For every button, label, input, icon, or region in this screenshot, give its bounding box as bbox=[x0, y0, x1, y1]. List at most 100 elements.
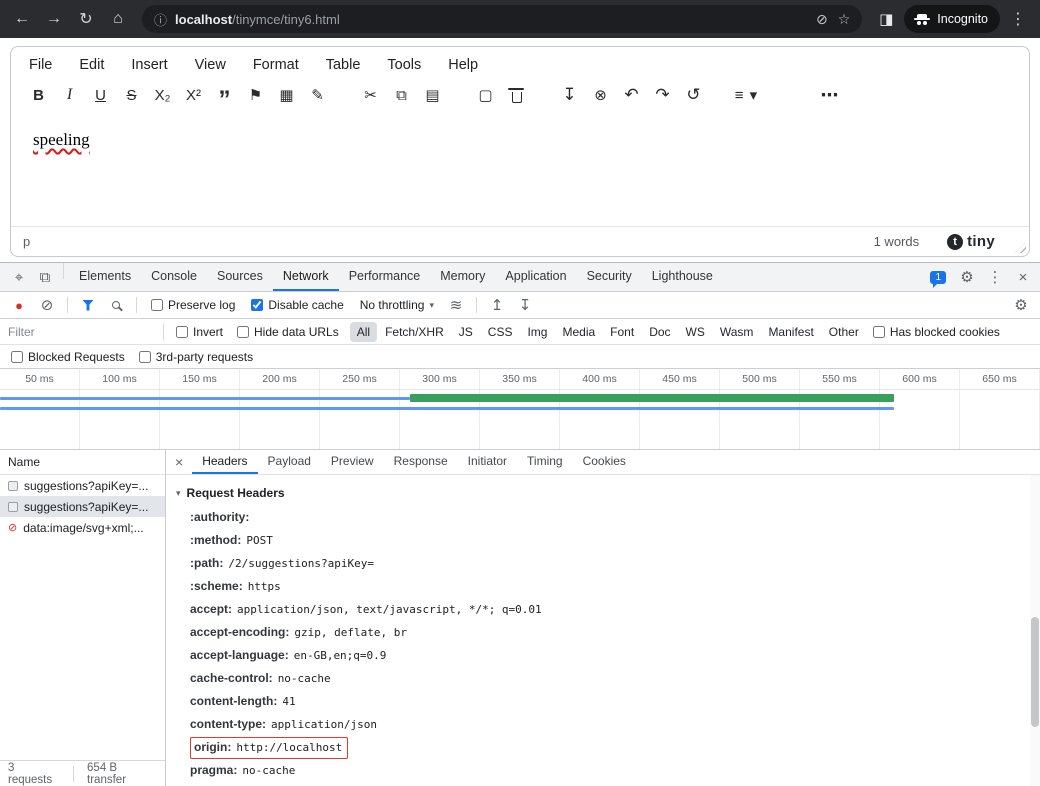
blockquote-icon[interactable]: ” bbox=[209, 81, 240, 109]
menu-edit[interactable]: Edit bbox=[79, 57, 104, 73]
blocked-requests-input[interactable] bbox=[11, 351, 23, 363]
copy-icon[interactable]: ⧉ bbox=[386, 81, 417, 109]
record-icon[interactable]: ● bbox=[6, 292, 32, 318]
italic-icon[interactable]: I bbox=[54, 81, 85, 109]
request-row[interactable]: ⊘ data:image/svg+xml;... bbox=[0, 517, 165, 538]
site-info-icon[interactable]: ⓘ bbox=[154, 10, 167, 29]
network-overview[interactable]: 50 ms 100 ms 150 ms 200 ms 250 ms 300 ms… bbox=[0, 369, 1040, 450]
tab-lighthouse[interactable]: Lighthouse bbox=[642, 263, 723, 291]
request-row[interactable]: suggestions?apiKey=... bbox=[0, 475, 165, 496]
url-text[interactable]: localhost/tinymce/tiny6.html bbox=[175, 12, 808, 27]
headers-view[interactable]: ▾ Request Headers :authority: :method:PO… bbox=[166, 475, 1040, 786]
devtools-settings-icon[interactable]: ⚙ bbox=[954, 263, 980, 291]
download-icon[interactable]: ↧ bbox=[554, 81, 585, 109]
tab-elements[interactable]: Elements bbox=[69, 263, 141, 291]
filter-js[interactable]: JS bbox=[452, 322, 480, 342]
reload-icon[interactable]: ↻ bbox=[72, 5, 100, 33]
disable-cache-input[interactable] bbox=[251, 299, 263, 311]
filter-wasm[interactable]: Wasm bbox=[713, 322, 761, 342]
menu-table[interactable]: Table bbox=[326, 57, 361, 73]
detail-tab-response[interactable]: Response bbox=[384, 450, 458, 474]
filter-manifest[interactable]: Manifest bbox=[761, 322, 820, 342]
detail-tab-headers[interactable]: Headers bbox=[192, 450, 257, 474]
browser-menu-icon[interactable]: ⋮ bbox=[1004, 5, 1032, 33]
detail-tab-payload[interactable]: Payload bbox=[258, 450, 321, 474]
hide-data-urls-input[interactable] bbox=[237, 326, 249, 338]
tab-security[interactable]: Security bbox=[577, 263, 642, 291]
subscript-icon[interactable]: X₂ bbox=[147, 81, 178, 109]
tab-memory[interactable]: Memory bbox=[430, 263, 495, 291]
devtools-close-icon[interactable]: × bbox=[1010, 263, 1036, 291]
cut-icon[interactable]: ✂ bbox=[355, 81, 386, 109]
filter-media[interactable]: Media bbox=[555, 322, 602, 342]
forward-icon[interactable]: → bbox=[40, 5, 68, 33]
inspect-element-icon[interactable]: ⌖ bbox=[6, 263, 32, 291]
tab-network[interactable]: Network bbox=[273, 263, 339, 291]
close-detail-icon[interactable]: × bbox=[166, 450, 192, 474]
menu-tools[interactable]: Tools bbox=[387, 57, 421, 73]
underline-icon[interactable]: U bbox=[85, 81, 116, 109]
filter-css[interactable]: CSS bbox=[481, 322, 520, 342]
tab-performance[interactable]: Performance bbox=[339, 263, 431, 291]
bookmark-star-icon[interactable]: ☆ bbox=[838, 11, 851, 28]
export-har-icon[interactable]: ↧ bbox=[512, 292, 538, 318]
has-blocked-cookies-checkbox[interactable]: Has blocked cookies bbox=[866, 325, 1007, 339]
filter-other[interactable]: Other bbox=[822, 322, 866, 342]
filter-funnel-icon[interactable] bbox=[82, 300, 94, 311]
third-party-input[interactable] bbox=[139, 351, 151, 363]
insert-image-icon[interactable]: ▦ bbox=[271, 81, 302, 109]
menu-format[interactable]: Format bbox=[253, 57, 299, 73]
filter-doc[interactable]: Doc bbox=[642, 322, 677, 342]
filter-ws[interactable]: WS bbox=[679, 322, 712, 342]
menu-help[interactable]: Help bbox=[448, 57, 478, 73]
undo-icon[interactable]: ↶ bbox=[616, 81, 647, 109]
detail-tab-initiator[interactable]: Initiator bbox=[458, 450, 517, 474]
detail-tab-preview[interactable]: Preview bbox=[321, 450, 384, 474]
preserve-log-checkbox[interactable]: Preserve log bbox=[144, 298, 242, 312]
remove-icon[interactable]: ⊗ bbox=[585, 81, 616, 109]
hide-data-urls-checkbox[interactable]: Hide data URLs bbox=[230, 325, 346, 339]
has-blocked-cookies-input[interactable] bbox=[873, 326, 885, 338]
network-settings-icon[interactable]: ⚙ bbox=[1008, 296, 1034, 314]
scrollbar-thumb[interactable] bbox=[1031, 617, 1039, 727]
highlight-icon[interactable]: ✎ bbox=[302, 81, 333, 109]
preserve-log-input[interactable] bbox=[151, 299, 163, 311]
misspelled-word[interactable]: speeling bbox=[33, 130, 90, 149]
tab-console[interactable]: Console bbox=[141, 263, 207, 291]
menu-insert[interactable]: Insert bbox=[131, 57, 167, 73]
editor-content[interactable]: speeling bbox=[11, 117, 1029, 226]
filter-all[interactable]: All bbox=[350, 322, 377, 342]
restore-draft-icon[interactable]: ↺ bbox=[678, 81, 709, 109]
scrollbar[interactable] bbox=[1030, 475, 1040, 786]
import-har-icon[interactable]: ↥ bbox=[484, 292, 510, 318]
select-all-icon[interactable]: ▢ bbox=[470, 81, 501, 109]
disable-cache-checkbox[interactable]: Disable cache bbox=[244, 298, 350, 312]
home-icon[interactable]: ⌂ bbox=[104, 5, 132, 33]
issues-badge[interactable]: 1 bbox=[930, 271, 946, 284]
detail-tab-cookies[interactable]: Cookies bbox=[573, 450, 636, 474]
filter-fetch-xhr[interactable]: Fetch/XHR bbox=[378, 322, 451, 342]
superscript-icon[interactable]: X² bbox=[178, 81, 209, 109]
side-panel-icon[interactable]: ◨ bbox=[872, 5, 900, 33]
filter-input[interactable] bbox=[8, 325, 158, 339]
filter-font[interactable]: Font bbox=[603, 322, 641, 342]
tiny-brand[interactable]: t tiny bbox=[947, 233, 995, 250]
filter-img[interactable]: Img bbox=[520, 322, 554, 342]
devtools-more-icon[interactable]: ⋮ bbox=[982, 263, 1008, 291]
tab-sources[interactable]: Sources bbox=[207, 263, 273, 291]
tab-application[interactable]: Application bbox=[495, 263, 576, 291]
throttling-dropdown[interactable]: No throttling ▾ bbox=[353, 298, 441, 312]
detail-tab-timing[interactable]: Timing bbox=[517, 450, 573, 474]
invert-input[interactable] bbox=[176, 326, 188, 338]
paste-icon[interactable]: ▤ bbox=[417, 81, 448, 109]
network-conditions-icon[interactable]: ≋ bbox=[443, 292, 469, 318]
third-party-checkbox[interactable]: 3rd-party requests bbox=[132, 350, 260, 364]
bold-icon[interactable]: B bbox=[23, 81, 54, 109]
password-eye-off-icon[interactable]: ⊘ bbox=[816, 11, 828, 28]
more-toolbar-icon[interactable]: ⋯ bbox=[814, 81, 845, 109]
address-bar[interactable]: ⓘ localhost/tinymce/tiny6.html ⊘ ☆ bbox=[142, 5, 862, 33]
align-icon[interactable]: ≡ ▾ bbox=[731, 81, 762, 109]
resize-grip[interactable] bbox=[1015, 242, 1026, 253]
redo-icon[interactable]: ↷ bbox=[647, 81, 678, 109]
search-icon[interactable] bbox=[112, 301, 120, 309]
